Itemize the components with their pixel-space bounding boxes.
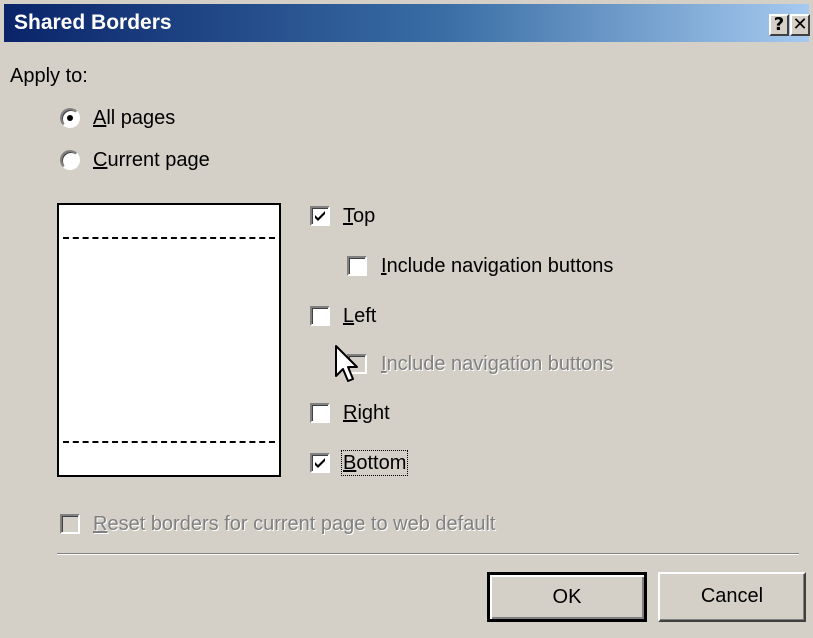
left-checkbox[interactable] [310,306,330,326]
bottom-checkbox[interactable] [310,453,330,473]
right-checkbox[interactable] [310,403,330,423]
top-checkbox[interactable] [310,206,330,226]
mouse-pointer-icon [335,345,358,382]
top-nav-label[interactable]: Include navigation buttons [381,255,613,277]
separator [57,553,799,555]
all-pages-label[interactable]: All pages [93,107,175,129]
left-nav-label[interactable]: Include navigation buttons [381,353,613,375]
right-label[interactable]: Right [343,402,390,424]
left-label[interactable]: Left [343,305,376,327]
checkmark-icon [315,458,325,468]
current-page-radio[interactable] [60,150,80,170]
bottom-label[interactable]: Bottom [340,450,409,476]
current-page-label[interactable]: Current page [93,149,210,171]
border-preview [57,203,281,477]
help-button[interactable]: ? [769,14,789,36]
all-pages-radio[interactable] [60,108,80,128]
top-nav-checkbox[interactable] [347,256,367,276]
ok-button[interactable]: OK [487,572,647,622]
close-button[interactable]: ✕ [790,14,810,36]
reset-borders-label[interactable]: Reset borders for current page to web de… [93,513,495,535]
cancel-button[interactable]: Cancel [658,572,806,622]
bottom-border-line [63,441,275,443]
top-border-line [63,237,275,239]
window-title: Shared Borders [14,11,172,34]
shared-borders-dialog: Shared Borders ? ✕ Apply to: All pages C… [0,0,813,638]
checkmark-icon [315,211,325,221]
radio-selected-dot [67,115,73,121]
apply-to-label: Apply to: [10,65,88,87]
title-bar: Shared Borders ? ✕ [4,4,810,42]
top-label[interactable]: Top [343,205,375,227]
reset-borders-checkbox[interactable] [60,514,80,534]
